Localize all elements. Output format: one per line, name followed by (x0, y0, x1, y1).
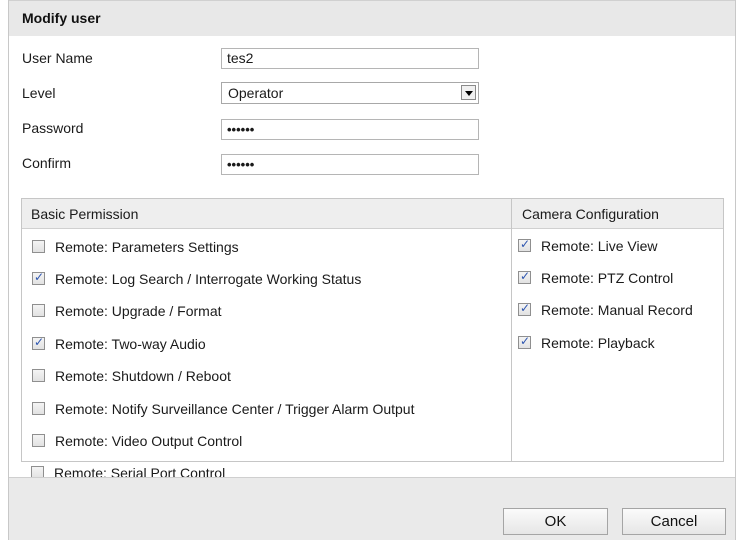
password-input[interactable]: •••••• (221, 119, 479, 140)
permission-label: Remote: Shutdown / Reboot (55, 368, 231, 384)
permission-label: Remote: PTZ Control (541, 270, 674, 286)
level-selected-value: Operator (228, 85, 284, 101)
checkbox[interactable] (32, 369, 45, 382)
cancel-button[interactable]: Cancel (622, 508, 726, 535)
checkbox[interactable] (32, 240, 45, 253)
dialog-title: Modify user (22, 10, 101, 26)
level-select[interactable]: Operator (221, 82, 479, 104)
password-label: Password (22, 120, 84, 136)
dialog-titlebar: Modify user (9, 0, 735, 36)
checkbox[interactable] (32, 304, 45, 317)
permission-label: Remote: Live View (541, 238, 658, 254)
permission-label: Remote: Log Search / Interrogate Working… (55, 271, 362, 287)
permission-label: Remote: Video Output Control (55, 433, 243, 449)
checkbox[interactable] (32, 270, 45, 285)
permission-label: Remote: Playback (541, 335, 655, 351)
checkbox[interactable] (518, 269, 531, 284)
confirm-password-input[interactable]: •••••• (221, 154, 479, 175)
permission-label: Remote: Upgrade / Format (55, 303, 222, 319)
username-input[interactable]: tes2 (221, 48, 479, 69)
modify-user-dialog: Modify user User Name tes2 Level Operato… (8, 0, 736, 540)
checkbox[interactable] (518, 237, 531, 252)
permission-label: Remote: Parameters Settings (55, 239, 239, 255)
checkbox[interactable] (32, 402, 45, 415)
column-divider (511, 199, 512, 461)
ok-button[interactable]: OK (503, 508, 608, 535)
checkbox[interactable] (32, 434, 45, 447)
checkbox[interactable] (32, 335, 45, 350)
checkbox[interactable] (518, 301, 531, 316)
chevron-down-icon[interactable] (461, 85, 476, 100)
confirm-label: Confirm (22, 155, 72, 171)
checkbox[interactable] (518, 334, 531, 349)
level-label: Level (22, 85, 56, 101)
camera-configuration-header: Camera Configuration (522, 206, 659, 222)
permission-label: Remote: Notify Surveillance Center / Tri… (55, 401, 415, 417)
permission-label: Remote: Two-way Audio (55, 336, 206, 352)
permission-label: Remote: Manual Record (541, 302, 693, 318)
basic-permission-header: Basic Permission (31, 206, 139, 222)
permission-header: Basic Permission Camera Configuration (22, 199, 723, 229)
username-label: User Name (22, 50, 93, 66)
